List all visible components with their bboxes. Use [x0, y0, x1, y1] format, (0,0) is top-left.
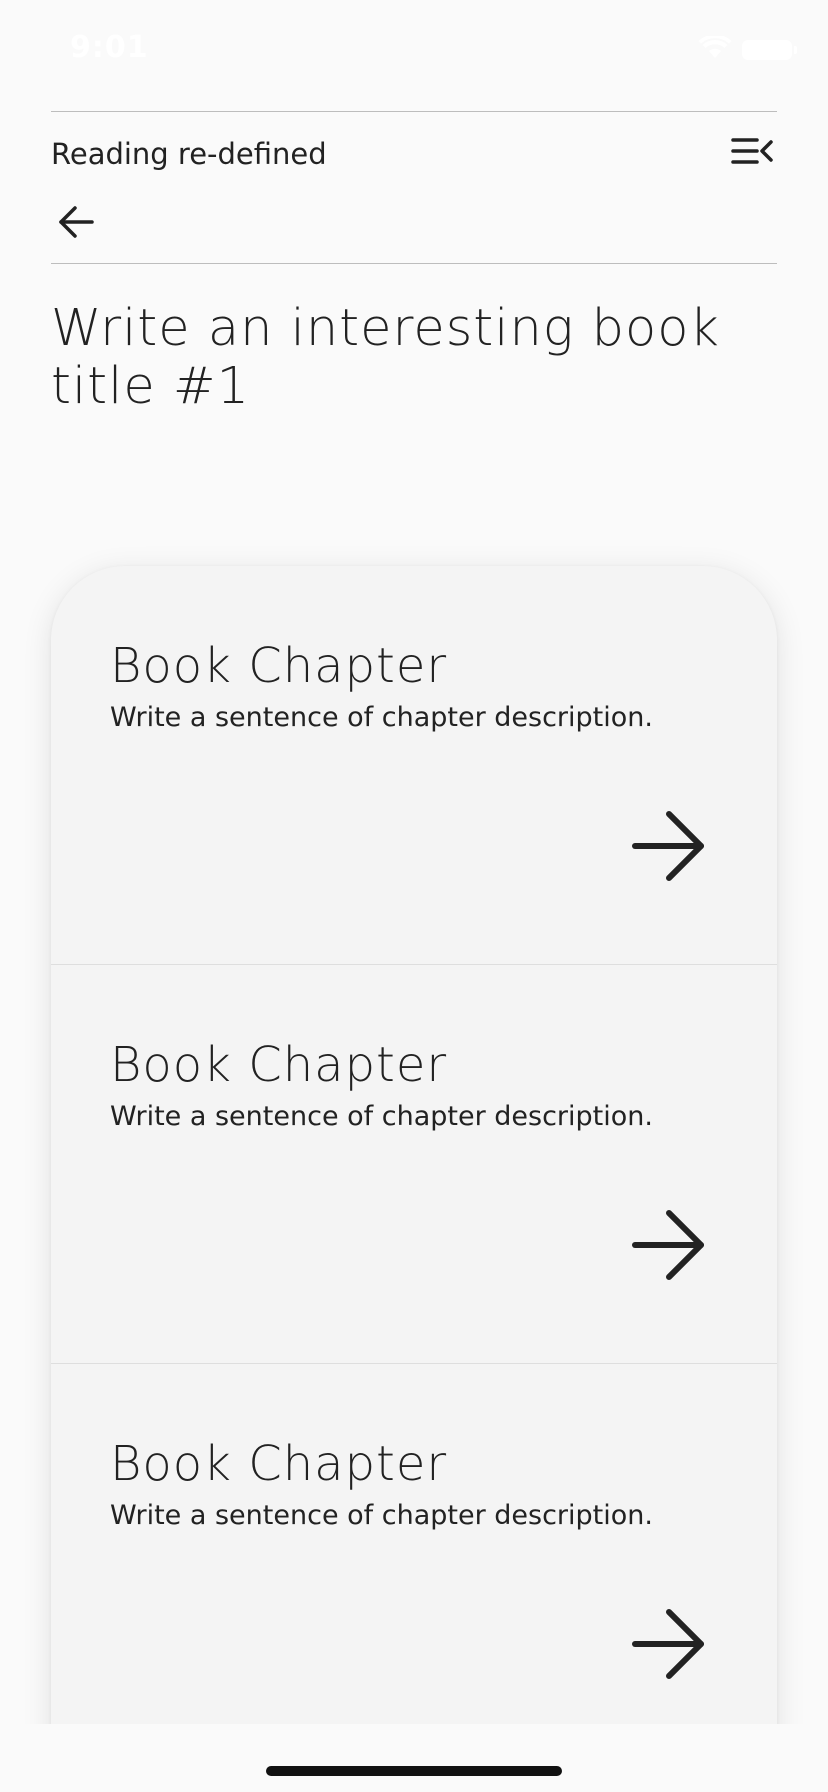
app-title: Reading re-defined	[51, 137, 327, 171]
wifi-icon	[698, 36, 732, 58]
chapter-row[interactable]: Book Chapter Write a sentence of chapter…	[51, 566, 777, 965]
chapter-description: Write a sentence of chapter description.	[110, 1500, 653, 1531]
chapter-description: Write a sentence of chapter description.	[110, 702, 653, 733]
arrow-right-icon[interactable]	[631, 810, 707, 882]
battery-icon	[742, 40, 797, 60]
home-indicator[interactable]	[266, 1766, 562, 1776]
status-bar: 9:01	[0, 0, 828, 98]
header-divider-top	[51, 111, 777, 112]
chapters-card: Book Chapter Write a sentence of chapter…	[51, 566, 777, 1792]
screen: 9:01 Reading re-defined Write an interes…	[0, 0, 828, 1792]
header-divider-bottom	[51, 263, 777, 264]
status-time: 9:01	[70, 30, 149, 65]
chapter-title: Book Chapter	[110, 638, 448, 694]
menu-collapse-icon[interactable]	[729, 134, 775, 168]
chapter-row[interactable]: Book Chapter Write a sentence of chapter…	[51, 965, 777, 1364]
chapter-title: Book Chapter	[110, 1037, 448, 1093]
chapter-description: Write a sentence of chapter description.	[110, 1101, 653, 1132]
back-arrow-icon[interactable]	[56, 202, 96, 242]
arrow-right-icon[interactable]	[631, 1608, 707, 1680]
home-indicator-area	[0, 1724, 828, 1792]
chapter-title: Book Chapter	[110, 1436, 448, 1492]
arrow-right-icon[interactable]	[631, 1209, 707, 1281]
chapter-row[interactable]: Book Chapter Write a sentence of chapter…	[51, 1364, 777, 1763]
book-title: Write an interesting book title #1	[51, 299, 720, 416]
